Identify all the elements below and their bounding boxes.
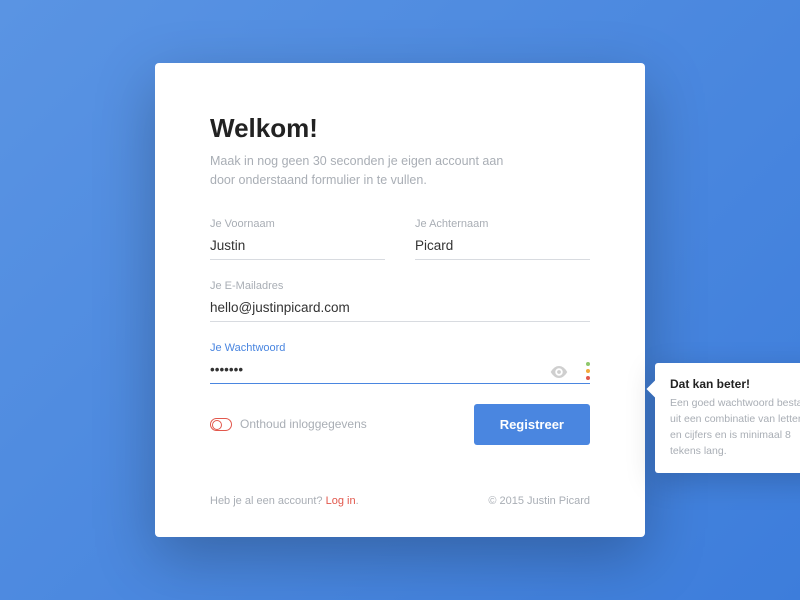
email-input[interactable] (210, 296, 590, 322)
strength-dot (586, 376, 590, 380)
remember-toggle[interactable]: Onthoud inloggegevens (210, 417, 367, 431)
eye-icon[interactable] (550, 366, 568, 378)
page-title: Welkom! (210, 113, 590, 144)
email-field: Je E-Mailadres (210, 280, 590, 322)
password-tooltip: Dat kan beter! Een goed wachtwoord besta… (655, 363, 800, 473)
toggle-icon (210, 418, 232, 431)
lastname-field: Je Achternaam (415, 218, 590, 260)
login-prompt: Heb je al een account? Log in. (210, 495, 359, 507)
remember-label: Onthoud inloggegevens (240, 417, 367, 431)
login-link[interactable]: Log in (326, 495, 356, 507)
register-button[interactable]: Registreer (474, 404, 590, 445)
card-footer: Heb je al een account? Log in. © 2015 Ju… (210, 485, 590, 507)
strength-dot (586, 362, 590, 366)
firstname-label: Je Voornaam (210, 218, 385, 230)
strength-dot (586, 369, 590, 373)
email-label: Je E-Mailadres (210, 280, 590, 292)
password-input[interactable] (210, 358, 590, 384)
lastname-label: Je Achternaam (415, 218, 590, 230)
tooltip-body: Een goed wachtwoord bestaat uit een comb… (670, 396, 800, 459)
page-subtitle: Maak in nog geen 30 seconden je eigen ac… (210, 152, 510, 190)
password-label: Je Wachtwoord (210, 342, 590, 354)
copyright: © 2015 Justin Picard (488, 495, 590, 507)
signup-card: Welkom! Maak in nog geen 30 seconden je … (155, 63, 645, 537)
password-strength-indicator (586, 362, 590, 380)
lastname-input[interactable] (415, 234, 590, 260)
tooltip-title: Dat kan beter! (670, 377, 800, 391)
firstname-input[interactable] (210, 234, 385, 260)
password-field: Je Wachtwoord (210, 342, 590, 384)
firstname-field: Je Voornaam (210, 218, 385, 260)
